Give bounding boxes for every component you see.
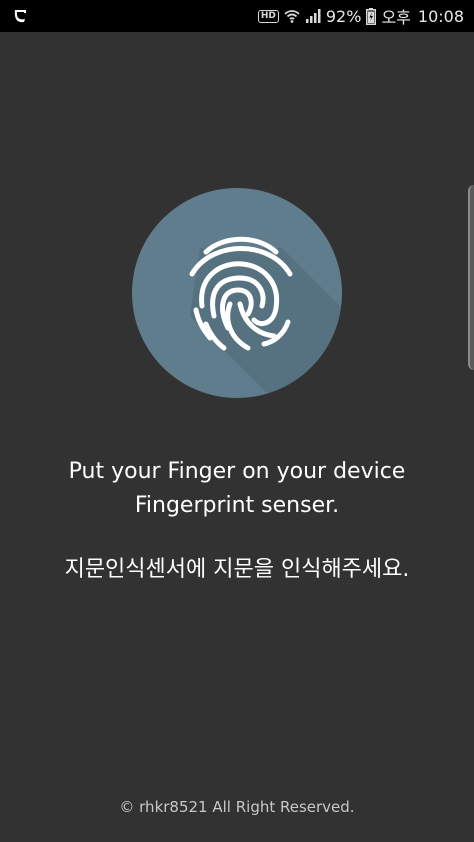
- app-logo-icon: [12, 7, 30, 25]
- hd-icon: HD: [257, 9, 279, 23]
- status-bar: HD 92% 오후 10:08: [0, 0, 474, 32]
- battery-percent: 92%: [325, 6, 362, 26]
- battery-icon: [366, 7, 377, 25]
- wifi-icon: [284, 8, 300, 24]
- signal-icon: [305, 8, 321, 24]
- instruction-text-english: Put your Finger on your device Fingerpri…: [0, 455, 474, 523]
- clock-time: 10:08: [417, 6, 464, 26]
- instruction-line-2: Fingerprint senser.: [134, 493, 340, 518]
- copyright-footer: © rhkr8521 All Right Reserved.: [119, 798, 355, 816]
- instruction-text-korean: 지문인식센서에 지문을 인식해주세요.: [64, 557, 410, 582]
- ampm-label: 오후: [381, 8, 411, 27]
- fingerprint-button[interactable]: [132, 188, 342, 398]
- status-right: HD 92% 오후 10:08: [257, 4, 464, 28]
- edge-panel-handle[interactable]: [468, 185, 474, 370]
- status-left: [12, 7, 30, 25]
- fingerprint-icon: [189, 236, 342, 398]
- instruction-line-1: Put your Finger on your device: [68, 459, 406, 484]
